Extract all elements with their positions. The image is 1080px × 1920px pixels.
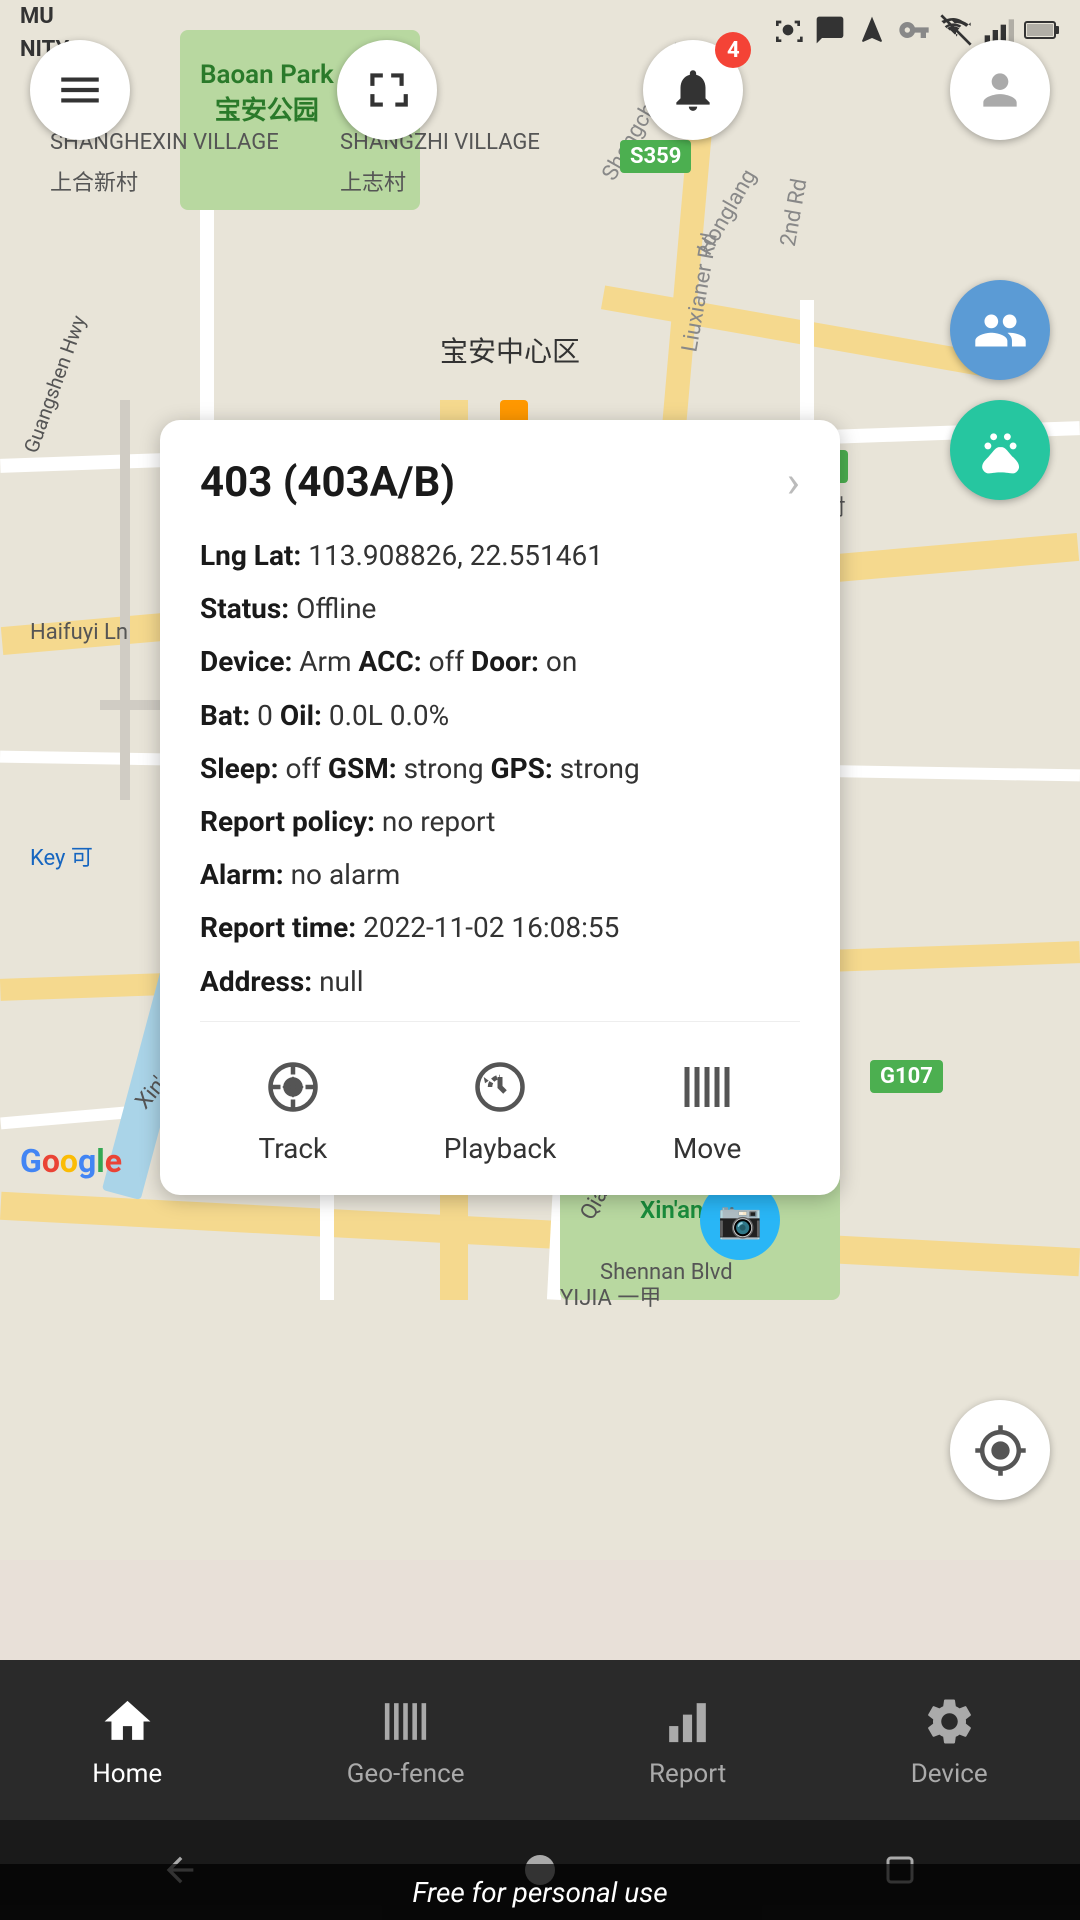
playback-button[interactable]: Playback	[444, 1052, 557, 1165]
card-report-time: Report time: 2022-11-02 16:08:55	[200, 908, 800, 947]
expand-icon	[362, 65, 412, 115]
village2-cn-label: 上志村	[340, 165, 406, 197]
card-status: Status: Offline	[200, 589, 800, 628]
haifuyi-label: Haifuyi Ln	[30, 620, 128, 645]
move-button[interactable]: Move	[672, 1052, 742, 1165]
paw-fab[interactable]	[950, 400, 1050, 500]
profile-button[interactable]	[950, 40, 1050, 140]
track-icon	[258, 1052, 328, 1122]
card-header: 403 (403A/B) ›	[200, 456, 800, 508]
menu-button[interactable]	[30, 40, 130, 140]
move-icon	[672, 1052, 742, 1122]
village1-cn-label: 上合新村	[50, 165, 138, 197]
nav-report[interactable]: Report	[649, 1691, 726, 1789]
card-lng-lat: Lng Lat: 113.908826, 22.551461	[200, 536, 800, 575]
report-nav-label: Report	[649, 1759, 726, 1789]
watermark: Free for personal use	[0, 1864, 1080, 1920]
hamburger-icon	[55, 65, 105, 115]
track-label: Track	[259, 1132, 328, 1165]
location-button[interactable]	[950, 1400, 1050, 1500]
track-button[interactable]: Track	[258, 1052, 328, 1165]
move-label: Move	[673, 1132, 741, 1165]
playback-label: Playback	[444, 1132, 557, 1165]
notification-wrapper: 4	[643, 40, 743, 140]
bottom-nav: Home Geo-fence Report	[0, 1660, 1080, 1820]
card-title: 403 (403A/B)	[200, 458, 455, 507]
bell-icon	[668, 65, 718, 115]
geofence-nav-label: Geo-fence	[347, 1759, 465, 1789]
card-chevron-icon[interactable]: ›	[787, 456, 800, 508]
nav-device[interactable]: Device	[911, 1691, 988, 1789]
playback-icon	[465, 1052, 535, 1122]
report-nav-icon	[658, 1691, 718, 1751]
device-card: 403 (403A/B) › Lng Lat: 113.908826, 22.5…	[160, 420, 840, 1195]
card-sleep-gsm-gps: Sleep: off GSM: strong GPS: strong	[200, 749, 800, 788]
card-device-acc-door: Device: Arm ACC: off Door: on	[200, 642, 800, 681]
2nd-rd-label: 2nd Rd	[776, 177, 812, 249]
device-nav-label: Device	[911, 1759, 988, 1789]
key-label: Key 可	[30, 840, 93, 872]
s359-badge: S359	[620, 140, 691, 173]
google-logo: Google	[20, 1142, 122, 1180]
top-nav: 4	[0, 40, 1080, 140]
expand-button[interactable]	[337, 40, 437, 140]
people-fab[interactable]	[950, 280, 1050, 380]
paw-icon	[973, 423, 1028, 478]
district-label: 宝安中心区	[440, 330, 580, 370]
card-address: Address: null	[200, 962, 800, 1001]
yijia-label: YIJIA 一甲	[560, 1280, 661, 1312]
card-bat-oil: Bat: 0 Oil: 0.0L 0.0%	[200, 696, 800, 735]
card-report-policy: Report policy: no report	[200, 802, 800, 841]
nav-geofence[interactable]: Geo-fence	[347, 1691, 465, 1789]
right-fabs	[950, 280, 1050, 500]
g107-badge: G107	[870, 1060, 943, 1093]
people-icon	[973, 303, 1028, 358]
home-nav-icon	[97, 1691, 157, 1751]
location-icon	[973, 1423, 1028, 1478]
watermark-text: Free for personal use	[412, 1876, 667, 1909]
guangshen-label: Guangshen Hwy	[19, 312, 91, 456]
notification-badge: 4	[715, 32, 751, 68]
nav-home[interactable]: Home	[92, 1691, 162, 1789]
geofence-nav-icon	[376, 1691, 436, 1751]
card-divider	[200, 1021, 800, 1022]
device-nav-icon	[919, 1691, 979, 1751]
card-actions: Track Playback	[200, 1042, 800, 1165]
profile-icon	[975, 65, 1025, 115]
card-alarm: Alarm: no alarm	[200, 855, 800, 894]
home-nav-label: Home	[92, 1759, 162, 1789]
